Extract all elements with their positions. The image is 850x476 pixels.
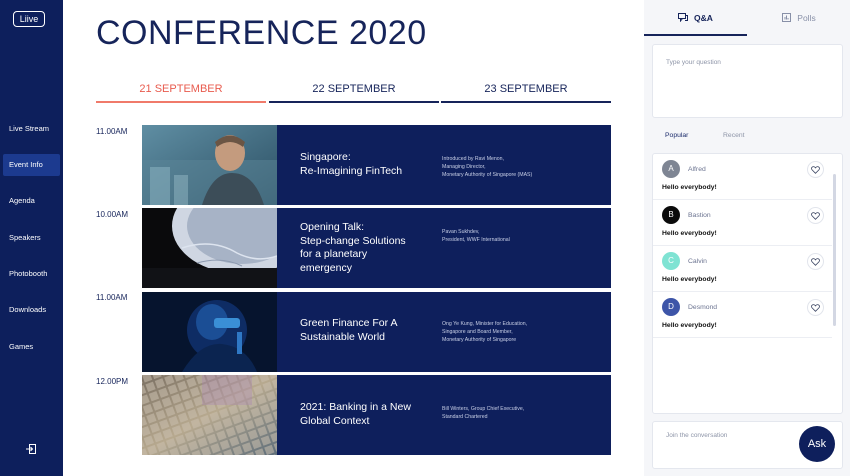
session-title-line: 2021: Banking in a New xyxy=(300,401,411,413)
session-title-line: Global Context xyxy=(300,414,370,427)
comment-message: Hello everybody! xyxy=(662,184,717,191)
exit-icon[interactable] xyxy=(25,442,37,454)
tab-underline xyxy=(269,101,439,103)
heart-icon xyxy=(811,257,820,266)
heart-icon xyxy=(811,303,820,312)
like-button[interactable] xyxy=(807,161,824,178)
session-time: 12.00PM xyxy=(96,377,129,386)
session-speaker: Ong Ye Kung, Minister for Education, Sin… xyxy=(442,320,602,344)
session-time: 10.00AM xyxy=(96,210,129,219)
session-title: Singapore: Re-Imagining FinTech xyxy=(300,151,425,178)
speaker-line: Standard Chartered xyxy=(442,414,488,420)
join-placeholder: Join the conversation xyxy=(666,432,728,439)
speaker-line: Bill Winters, Group Chief Executive, xyxy=(442,406,525,412)
speaker-line: President, WWF International xyxy=(442,237,510,243)
session-time: 11.00AM xyxy=(96,127,128,136)
sidebar-item-live-stream[interactable]: Live Stream xyxy=(3,118,60,140)
sort-recent[interactable]: Recent xyxy=(723,132,745,139)
session-title: Opening Talk: Step-change Solutions for … xyxy=(300,221,425,275)
comment-author: Calvin xyxy=(688,258,707,265)
speaker-line: Introduced by Ravi Menon, xyxy=(442,156,504,162)
session-title: Green Finance For A Sustainable World xyxy=(300,317,425,344)
tab-underline xyxy=(96,101,266,103)
question-placeholder: Type your question xyxy=(666,59,721,66)
tab-22-september[interactable]: 22 SEPTEMBER xyxy=(269,80,439,104)
session-time: 11.00AM xyxy=(96,293,128,302)
speaker-line: Singapore and Board Member, xyxy=(442,329,513,335)
like-button[interactable] xyxy=(807,253,824,270)
tab-underline xyxy=(441,101,611,103)
comment-message: Hello everybody! xyxy=(662,230,717,237)
sidebar-item-photobooth[interactable]: Photobooth xyxy=(3,263,60,285)
comment-message: Hello everybody! xyxy=(662,322,717,329)
speaker-line: Managing Director, xyxy=(442,164,486,170)
session-thumbnail xyxy=(142,125,277,205)
speaker-line: Pavan Sukhdev, xyxy=(442,229,480,235)
sidebar-item-speakers[interactable]: Speakers xyxy=(3,227,60,249)
tab-label: Q&A xyxy=(694,13,713,23)
speaker-line: Monetary Authority of Singapore (MAS) xyxy=(442,172,533,178)
tab-21-september[interactable]: 21 SEPTEMBER xyxy=(96,80,266,104)
list-item: A Alfred Hello everybody! xyxy=(653,154,832,200)
sidebar-item-agenda[interactable]: Agenda xyxy=(3,190,60,212)
scrollbar[interactable] xyxy=(833,174,836,326)
tab-label: Polls xyxy=(797,13,816,23)
comment-author: Alfred xyxy=(688,166,706,173)
session-title-line: Singapore: xyxy=(300,151,351,163)
comment-list: A Alfred Hello everybody! B Bastion Hell… xyxy=(652,153,843,414)
like-button[interactable] xyxy=(807,207,824,224)
tab-underline xyxy=(644,34,747,36)
session-title-line: Sustainable World xyxy=(300,330,386,343)
session-speaker: Introduced by Ravi Menon, Managing Direc… xyxy=(442,155,602,179)
sidebar-item-downloads[interactable]: Downloads xyxy=(3,299,60,321)
speaker-line: Monetary Authority of Singapore xyxy=(442,337,517,343)
tab-label: 23 SEPTEMBER xyxy=(484,83,568,95)
comment-author: Desmond xyxy=(688,304,718,311)
comment-author: Bastion xyxy=(688,212,711,219)
speaker-line: Ong Ye Kung, Minister for Education, xyxy=(442,321,528,327)
list-item: C Calvin Hello everybody! xyxy=(653,246,832,292)
comment-message: Hello everybody! xyxy=(662,276,717,283)
session-title-line: emergency xyxy=(300,261,352,274)
session-title-line: Opening Talk: xyxy=(300,221,365,233)
session-card[interactable]: Opening Talk: Step-change Solutions for … xyxy=(142,208,611,288)
session-thumbnail xyxy=(142,292,277,372)
list-item: D Desmond Hello everybody! xyxy=(653,292,832,338)
avatar: D xyxy=(662,298,680,316)
session-title-line: Step-change Solutions xyxy=(300,234,406,247)
session-thumbnail xyxy=(142,208,277,288)
session-thumbnail xyxy=(142,375,277,455)
session-speaker: Pavan Sukhdev, President, WWF Internatio… xyxy=(442,228,602,244)
tab-label: 21 SEPTEMBER xyxy=(139,83,223,95)
app-logo[interactable]: Liive xyxy=(13,11,45,27)
avatar: C xyxy=(662,252,680,270)
sort-popular[interactable]: Popular xyxy=(665,132,688,139)
question-input[interactable]: Type your question xyxy=(652,44,843,118)
session-card[interactable]: Singapore: Re-Imagining FinTech Introduc… xyxy=(142,125,611,205)
heart-icon xyxy=(811,211,820,220)
session-card[interactable]: Green Finance For A Sustainable World On… xyxy=(142,292,611,372)
tab-polls[interactable]: Polls xyxy=(747,0,850,36)
tab-label: 22 SEPTEMBER xyxy=(312,83,396,95)
sidebar: Liive Live Stream Event Info Agenda Spea… xyxy=(0,0,63,476)
tab-qa[interactable]: Q&A xyxy=(644,0,747,36)
sidebar-item-games[interactable]: Games xyxy=(3,336,60,358)
tab-23-september[interactable]: 23 SEPTEMBER xyxy=(441,80,611,104)
session-title-line: for a planetary xyxy=(300,248,368,260)
heart-icon xyxy=(811,165,820,174)
session-speaker: Bill Winters, Group Chief Executive, Sta… xyxy=(442,405,602,421)
like-button[interactable] xyxy=(807,299,824,316)
avatar: A xyxy=(662,160,680,178)
chat-icon xyxy=(678,1,689,23)
sidebar-item-event-info[interactable]: Event Info xyxy=(3,154,60,176)
page-title: CONFERENCE 2020 xyxy=(96,14,427,52)
avatar: B xyxy=(662,206,680,224)
session-title: 2021: Banking in a New Global Context xyxy=(300,401,425,428)
session-title-line: Green Finance For A xyxy=(300,317,398,329)
poll-icon xyxy=(781,1,791,22)
list-item: B Bastion Hello everybody! xyxy=(653,200,832,246)
session-title-line: Re-Imagining FinTech xyxy=(300,164,403,177)
session-card[interactable]: 2021: Banking in a New Global Context Bi… xyxy=(142,375,611,455)
ask-button[interactable]: Ask xyxy=(799,426,835,462)
